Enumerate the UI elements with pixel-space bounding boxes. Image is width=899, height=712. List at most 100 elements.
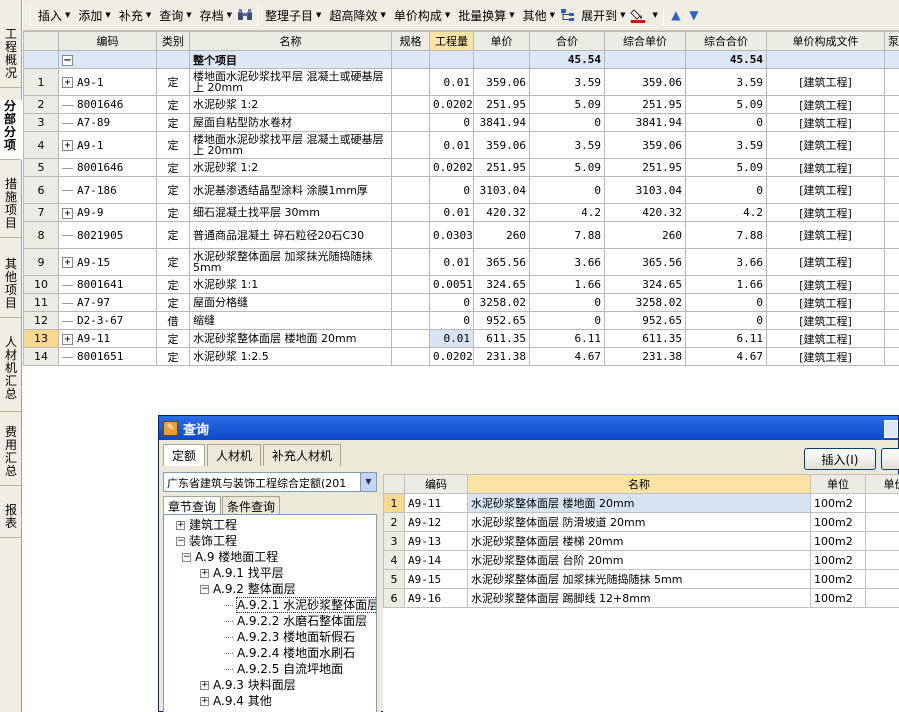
row-index[interactable]: 2 [23,95,59,114]
row-price[interactable]: 365.56 [473,248,530,276]
row-index[interactable]: 3 [23,113,59,132]
expand-icon[interactable]: + [62,140,73,151]
row-index[interactable]: 7 [23,203,59,222]
organize-items-button[interactable]: 整理子目 ▼ [261,4,325,26]
row-spec[interactable] [391,347,430,366]
row-type[interactable]: 定 [156,248,190,276]
table-row[interactable]: 10 8001641 定水泥砂浆 1:1 0.0051 324.65 1.66 324.65… [23,275,899,294]
row-quantity[interactable]: 0 [429,311,474,330]
row-name[interactable]: 水泥砂浆整体面层 楼地面 20mm [189,329,392,348]
tree-node[interactable]: − A.9.2 整体面层 [200,581,296,597]
minimize-icon[interactable] [884,420,898,438]
fill-color-dropdown[interactable]: ▼ [647,4,659,26]
row-price-file[interactable]: [建筑工程] [766,329,885,348]
tree-node[interactable]: A.9.2.5 自流坪地面 [224,661,343,677]
list-price[interactable]: 22 [865,531,899,551]
column-header-price-file[interactable]: 单价构成文件 [766,31,885,51]
list-index[interactable]: 2 [383,512,405,532]
list-index[interactable]: 5 [383,569,405,589]
row-name[interactable]: 整个项目 [189,50,392,69]
unit-price-composition-button[interactable]: 单价构成 ▼ [390,4,454,26]
batch-convert-button[interactable]: 批量换算 ▼ [454,4,518,26]
table-row[interactable]: 13 + A9-11 定水泥砂浆整体面层 楼地面 20mm 0.01 611.35 6.11… [23,329,899,348]
row-code[interactable]: D2-3-67 [58,311,157,330]
list-name[interactable]: 水泥砂浆整体面层 楼梯 20mm [467,531,811,551]
row-spec[interactable] [391,131,430,159]
tab-labor-material[interactable]: 人材机 [207,444,262,466]
table-row[interactable]: 5 8001646 定水泥砂浆 1:2 0.0202 251.95 5.09 251.95 5… [23,158,899,177]
row-index[interactable]: 9 [23,248,59,276]
row-spec[interactable] [391,293,430,312]
row-pump[interactable] [884,95,899,114]
column-header-unit-price[interactable]: 单价 [473,31,530,51]
row-name[interactable]: 水泥砂浆 1:2.5 [189,347,392,366]
row-name[interactable]: 水泥砂浆 1:2 [189,95,392,114]
column-header[interactable] [383,474,405,494]
row-quantity[interactable]: 0.0303 [429,221,474,249]
row-name[interactable]: 细石混凝土找平层 30mm [189,203,392,222]
row-index[interactable]: 6 [23,176,59,204]
list-name[interactable]: 水泥砂浆整体面层 楼地面 20mm [467,493,811,513]
column-header-code[interactable]: 编码 [58,31,157,51]
collapse-icon[interactable]: − [62,54,73,66]
quota-library-select[interactable]: 广东省建筑与装饰工程综合定额(201 ▼ [163,472,377,492]
vtab-other-items[interactable]: 其他项目 [0,258,22,318]
row-type[interactable]: 定 [156,275,190,294]
row-name[interactable]: 普通商品混凝土 碎石粒径20石C30 [189,221,392,249]
vtab-project-overview[interactable]: 工程概况 [0,28,22,88]
list-index[interactable]: 3 [383,531,405,551]
row-index[interactable]: 11 [23,293,59,312]
column-header-name[interactable]: 名称 [189,31,392,51]
query-menu-button[interactable]: 查询 ▼ [155,4,195,26]
vtab-labor-material-summary[interactable]: 人材机汇总 [0,336,22,412]
row-type[interactable]: 定 [156,176,190,204]
expand-icon[interactable]: + [62,77,73,88]
row-pump[interactable] [884,221,899,249]
row-code[interactable]: + A9-1 [58,131,157,159]
table-row[interactable]: 7 + A9-9 定细石混凝土找平层 30mm 0.01 420.32 4.2 420.32 4… [23,203,899,222]
list-price[interactable]: 6 [865,493,899,513]
row-type[interactable]: 定 [156,131,190,159]
column-header-code[interactable]: 编码 [404,474,468,494]
expand-icon[interactable]: + [62,207,73,219]
row-price[interactable]: 251.95 [473,95,530,114]
row-pump[interactable] [884,311,899,330]
row-pump[interactable] [884,248,899,276]
table-row[interactable]: 14 8001651 定水泥砂浆 1:2.5 0.0202 231.38 4.67 231.… [23,347,899,366]
tree-node[interactable]: + A.9.4 其他 [200,693,272,709]
list-unit[interactable]: 100m2 [810,493,866,513]
list-unit[interactable]: 100m2 [810,550,866,570]
row-type[interactable]: 定 [156,293,190,312]
row-quantity[interactable]: 0.01 [429,68,474,96]
row-price-file[interactable]: [建筑工程] [766,203,885,222]
list-item[interactable]: 1A9-11水泥砂浆整体面层 楼地面 20mm100m26 [383,493,899,513]
row-quantity[interactable]: 0.0202 [429,95,474,114]
list-index[interactable]: 6 [383,588,405,608]
row-index[interactable]: 10 [23,275,59,294]
vtab-cost-summary[interactable]: 费用汇总 [0,426,22,486]
row-price[interactable]: 952.65 [473,311,530,330]
row-name[interactable]: 缩缝 [189,311,392,330]
row-price[interactable]: 231.38 [473,347,530,366]
list-index[interactable]: 4 [383,550,405,570]
row-price-file[interactable]: [建筑工程] [766,293,885,312]
collapse-icon[interactable]: − [176,537,185,546]
column-header-composite-unit-price[interactable]: 综合单价 [604,31,686,51]
row-pump[interactable] [884,68,899,96]
row-price[interactable]: 3103.04 [473,176,530,204]
row-price[interactable]: 359.06 [473,131,530,159]
row-index[interactable]: 1 [23,68,59,96]
table-row[interactable]: 12 D2-3-67 借缩缝 0 952.65 0 952.65 0 [建筑工程] [23,311,899,330]
column-header-pump[interactable]: 泵送 [884,31,899,51]
expand-icon[interactable]: + [62,257,73,268]
list-name[interactable]: 水泥砂浆整体面层 台阶 20mm [467,550,811,570]
row-type[interactable]: 定 [156,113,190,132]
table-row[interactable]: 8 8021905 定普通商品混凝土 碎石粒径20石C30 0.0303 260 7.88… [23,221,899,249]
row-pump[interactable] [884,293,899,312]
row-pump[interactable] [884,158,899,177]
row-quantity[interactable]: 0 [429,113,474,132]
move-down-icon[interactable]: ▼ [685,6,703,24]
list-unit[interactable]: 100m2 [810,569,866,589]
list-unit[interactable]: 100m2 [810,512,866,532]
row-price-file[interactable]: [建筑工程] [766,248,885,276]
